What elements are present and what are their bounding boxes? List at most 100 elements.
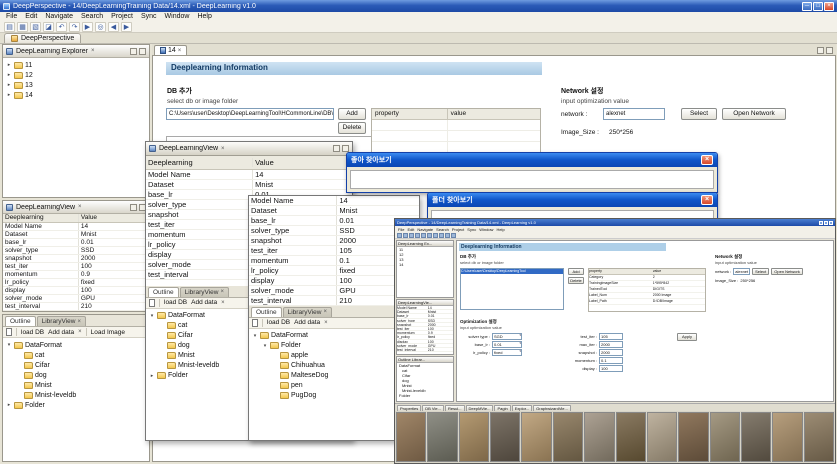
twisty-icon[interactable]: ▸	[6, 402, 12, 408]
image-thumbnail[interactable]	[741, 412, 771, 462]
property-row[interactable]: Dataset Mnist	[146, 180, 352, 190]
run-icon[interactable]: ▶	[82, 22, 93, 32]
explorer-tree-item[interactable]: ▸ 11	[3, 60, 149, 70]
editor-maximize-icon[interactable]	[826, 47, 833, 54]
twisty-icon[interactable]: ▸	[149, 373, 155, 379]
open-network-button[interactable]: Open Network	[722, 108, 786, 120]
floating-minimize-icon[interactable]	[333, 145, 340, 152]
mini-field-input[interactable]: 105	[599, 333, 623, 340]
dialog-close-button[interactable]: ×	[701, 195, 713, 205]
floating-maximize-icon[interactable]	[342, 145, 349, 152]
editor-tab-close-icon[interactable]	[178, 48, 182, 54]
window-maximize-button[interactable]: □	[813, 2, 823, 11]
property-row[interactable]: snapshot 2000	[3, 255, 149, 263]
mini-property-row[interactable]: test_interval210	[397, 348, 453, 352]
search-icon[interactable]: ◎	[95, 22, 106, 32]
mini-menu-item[interactable]: Navigate	[417, 227, 433, 232]
image-thumbnail[interactable]	[459, 412, 489, 462]
floating-window-titlebar[interactable]: DeepLearningView	[146, 142, 352, 156]
explorer-tree-item[interactable]: ▸ 13	[3, 80, 149, 90]
tab-outline[interactable]: Outline	[148, 287, 179, 297]
outline-tree-item[interactable]: Cifar	[3, 360, 149, 370]
property-row[interactable]: test_iter 100	[3, 263, 149, 271]
window-minimize-button[interactable]: ─	[802, 2, 812, 11]
tab-libraryview[interactable]: LibraryView	[180, 287, 229, 297]
twisty-icon[interactable]: ▾	[6, 342, 12, 348]
property-row[interactable]: display 100	[3, 287, 149, 295]
mini-delete-button[interactable]: Delete	[568, 277, 584, 284]
search-icon[interactable]	[439, 233, 444, 238]
property-row[interactable]: Model Name 14	[3, 223, 149, 231]
column-header-property[interactable]: property	[372, 109, 448, 119]
image-thumbnail[interactable]	[584, 412, 614, 462]
mini-field-input[interactable]: 2000	[599, 349, 623, 356]
mini-menu-item[interactable]: Project	[452, 227, 464, 232]
editor-tab-14[interactable]: 14	[154, 45, 187, 55]
load-db-button[interactable]: load DB	[267, 319, 290, 326]
menu-item[interactable]: Window	[165, 13, 190, 20]
menu-item[interactable]: Sync	[141, 13, 157, 20]
redo-icon[interactable]	[427, 233, 432, 238]
explorer-minimize-icon[interactable]	[130, 48, 137, 55]
dialog-titlebar[interactable]: 좋아 찾아보기 ×	[347, 153, 717, 167]
new-file-icon[interactable]: ▤	[4, 22, 15, 32]
twisty-icon[interactable]: ▸	[6, 82, 12, 88]
mini-menu-item[interactable]: File	[398, 227, 404, 232]
menu-item[interactable]: Search	[81, 13, 103, 20]
column-header-value[interactable]: Value	[253, 158, 352, 167]
tab-close-icon[interactable]	[220, 289, 224, 295]
explorer-tree-item[interactable]: ▸ 12	[3, 70, 149, 80]
outline-tree-item[interactable]: ▾ DataFormat	[3, 340, 149, 350]
twisty-icon[interactable]: ▾	[149, 313, 155, 319]
forward-icon[interactable]: ▶	[121, 22, 132, 32]
twisty-icon[interactable]: ▸	[6, 62, 12, 68]
outline-tree-item[interactable]: ▸ Folder	[3, 400, 149, 410]
twisty-icon[interactable]: ▸	[6, 72, 12, 78]
add-button[interactable]: Add	[338, 108, 366, 120]
image-thumbnail[interactable]	[553, 412, 583, 462]
explorer-tree-item[interactable]: ▸ 14	[3, 90, 149, 100]
image-thumbnail[interactable]	[490, 412, 520, 462]
save-icon[interactable]: ▦	[17, 22, 28, 32]
add-data-button[interactable]: Add data	[191, 299, 217, 306]
property-row[interactable]: lr_policy fixed	[3, 279, 149, 287]
menu-item[interactable]: Help	[197, 13, 211, 20]
dialog-titlebar[interactable]: 폴더 찾아보기 ×	[428, 193, 717, 207]
load-db-button[interactable]: load DB	[164, 299, 187, 306]
cut-icon[interactable]	[415, 233, 420, 238]
mini-field-dropdown[interactable]: SGD	[492, 333, 522, 340]
property-row[interactable]: Model Name 14	[146, 170, 352, 180]
mini-field-input[interactable]: 2000	[599, 341, 623, 348]
window-close-button[interactable]: ×	[824, 2, 834, 11]
print-icon[interactable]: ▧	[30, 22, 41, 32]
property-row[interactable]: Dataset Mnist	[249, 206, 419, 216]
column-header-deeplearning[interactable]: Deeplearning	[146, 158, 253, 167]
property-row[interactable]: Model Name 14	[249, 196, 419, 206]
mini-apply-button[interactable]: Apply	[677, 333, 697, 341]
load-db-button[interactable]: load DB	[21, 329, 44, 336]
perspective-tab-deepperspective[interactable]: DeepPerspective	[4, 33, 81, 43]
twisty-icon[interactable]: ▾	[252, 333, 258, 339]
remove-data-icon[interactable]	[324, 320, 328, 326]
mini-open-network-button[interactable]: Open Network	[771, 268, 803, 275]
property-row[interactable]: base_lr 0.01	[3, 239, 149, 247]
mini-field-input[interactable]: 0.1	[599, 357, 623, 364]
mini-menu-item[interactable]: Window	[479, 227, 493, 232]
mini-db-listbox[interactable]: C:\Users\user\Desktop\DeepLearningTool	[460, 268, 564, 310]
undo-icon[interactable]	[421, 233, 426, 238]
db-path-input[interactable]: C:\Users\user\Desktop\DeepLearningTool\H…	[166, 108, 334, 120]
floating-window-close-icon[interactable]	[221, 146, 225, 152]
forward-icon[interactable]	[451, 233, 456, 238]
cut-icon[interactable]: ◪	[43, 22, 54, 32]
load-image-button[interactable]: Load Image	[91, 329, 125, 336]
editor-minimize-icon[interactable]	[817, 47, 824, 54]
new-file-icon[interactable]	[397, 233, 402, 238]
back-icon[interactable]: ◀	[108, 22, 119, 32]
tab-close-icon[interactable]	[323, 309, 327, 315]
mini-menu-item[interactable]: Search	[436, 227, 449, 232]
mini-field-dropdown[interactable]: 0.01	[492, 341, 522, 348]
menu-item[interactable]: Edit	[25, 13, 37, 20]
explorer-maximize-icon[interactable]	[139, 48, 146, 55]
property-row[interactable]: Dataset Mnist	[3, 231, 149, 239]
tab-libraryview[interactable]: LibraryView	[37, 316, 86, 326]
